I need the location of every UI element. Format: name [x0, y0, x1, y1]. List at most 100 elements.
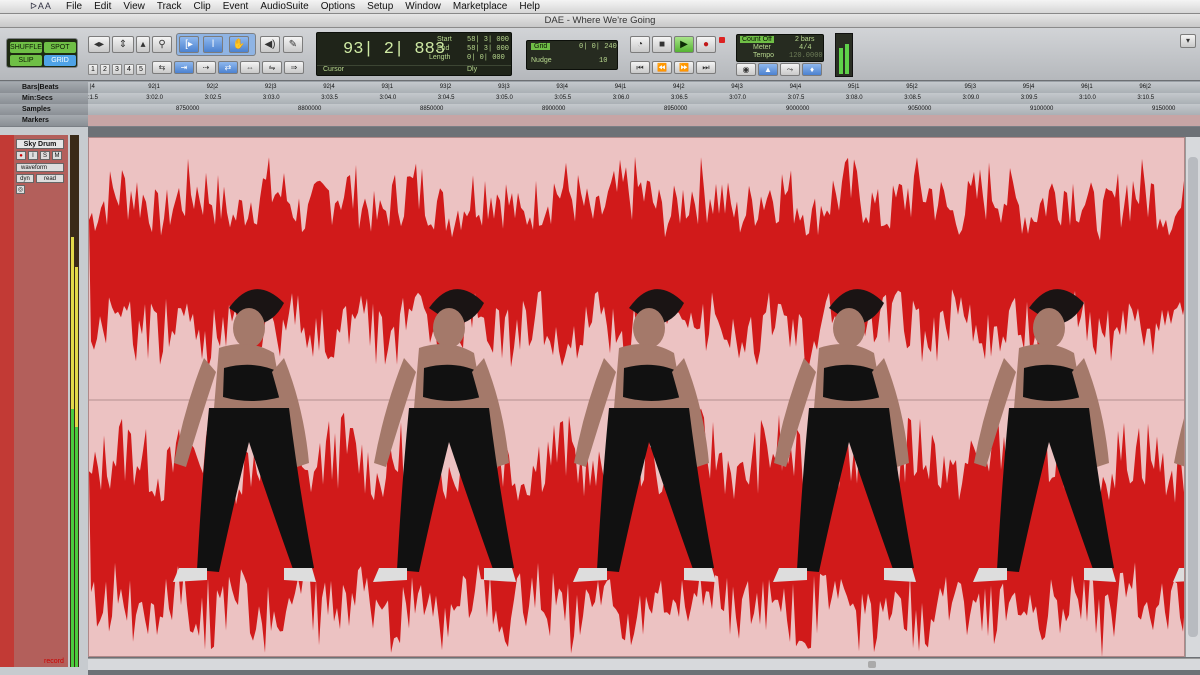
length-value[interactable]: 0| 0| 000 [467, 54, 505, 62]
zoom-in-icon[interactable]: ▴ [136, 36, 150, 53]
tab-to-transient-icon[interactable]: ⇆ [152, 61, 172, 74]
track-name[interactable]: Sky Drum [16, 139, 64, 149]
menu-event[interactable]: Event [217, 0, 255, 14]
zoom-preset-2[interactable]: 2 [100, 64, 110, 75]
markers-label[interactable]: Markers [0, 115, 88, 126]
grabber-tool-icon[interactable]: ✋ [229, 36, 249, 53]
online-icon[interactable]: ◔ [630, 36, 650, 53]
meter-label[interactable]: Meter [753, 44, 771, 51]
bars-tick: 95|2 [906, 84, 918, 90]
menu-view[interactable]: View [117, 0, 151, 14]
menu-edit[interactable]: Edit [88, 0, 117, 14]
minsecs-tick: 3:07.0 [729, 95, 746, 101]
bars-beats-label[interactable]: Bars|Beats [0, 82, 88, 93]
samples-tick: 8800000 [298, 106, 322, 112]
pre-post-roll-icon[interactable]: ⇒ [284, 61, 304, 74]
play-icon[interactable]: ▶ [674, 36, 694, 53]
samples-label[interactable]: Samples [0, 104, 88, 115]
menu-setup[interactable]: Setup [361, 0, 399, 14]
minsecs-tick: :1.5 [88, 95, 99, 101]
tempo-label[interactable]: Tempo [753, 52, 774, 59]
menu-clip[interactable]: Clip [188, 0, 217, 14]
zoom-preset-3[interactable]: 3 [112, 64, 122, 75]
toolbar-menu-icon[interactable]: ▾ [1180, 34, 1196, 48]
link-timeline-icon[interactable]: ⇥ [174, 61, 194, 74]
wait-for-note-icon[interactable]: ◉ [736, 63, 756, 76]
zoom-preset-1[interactable]: 1 [88, 64, 98, 75]
grid-button[interactable]: GRID [44, 55, 76, 66]
rewind-icon[interactable]: ⏪ [652, 61, 672, 74]
minsecs-tick: 3:08.0 [845, 95, 863, 101]
menu-file[interactable]: File [60, 0, 88, 14]
fast-forward-icon[interactable]: ⏩ [674, 61, 694, 74]
pencil-tool-icon[interactable]: ✎ [283, 36, 303, 53]
track-solo-button[interactable]: S [40, 151, 50, 160]
scrubber-tool-icon[interactable]: ◀) [260, 36, 280, 53]
start-value[interactable]: 58| 3| 000 [467, 36, 509, 44]
slip-button[interactable]: SLIP [10, 55, 42, 66]
shuffle-button[interactable]: SHUFFLE [10, 42, 42, 53]
vertical-scrollbar[interactable] [1185, 137, 1200, 657]
track-view-selector[interactable]: waveform [16, 163, 64, 172]
go-to-end-icon[interactable]: ⏭ [696, 61, 716, 74]
mirror-midi-icon[interactable]: ⇔ [240, 61, 260, 74]
menu-marketplace[interactable]: Marketplace [447, 0, 513, 14]
bars-tick: 94|3 [731, 84, 743, 90]
bars-tick: 95|4 [1022, 84, 1035, 90]
waveform-zoom-icon[interactable]: ⇕ [112, 36, 134, 53]
menu-help[interactable]: Help [513, 0, 546, 14]
track-mute-button[interactable]: M [52, 151, 62, 160]
stop-icon[interactable]: ■ [652, 36, 672, 53]
minsecs-ruler: Min:Secs :1.5 3:02.0 3:02.5 3:03.0 3:03.5 3:0… [0, 93, 1200, 104]
bars-tick: 95|3 [964, 84, 977, 90]
insertion-follows-icon[interactable]: ⇄ [218, 61, 238, 74]
audio-clip[interactable] [88, 137, 1185, 657]
minsecs-tick: 3:06.5 [671, 95, 688, 101]
bars-tick: 92|1 [148, 84, 160, 90]
minsecs-tick: 3:05.0 [496, 95, 513, 101]
nudge-value[interactable]: 10 [599, 57, 607, 65]
spot-button[interactable]: SPOT [44, 42, 76, 53]
length-label: Length [429, 54, 451, 61]
menu-audiosuite[interactable]: AudioSuite [254, 0, 314, 14]
zoomer-tool-icon[interactable]: ⚲ [152, 36, 172, 53]
selector-tool-icon[interactable]: ǀ [203, 36, 223, 53]
track-record-button[interactable]: ● [16, 151, 26, 160]
markers-lane[interactable] [88, 115, 1200, 126]
tracks-area: Sky Drum ● I S M waveform dyn read ◎ rec… [0, 127, 1200, 675]
end-value[interactable]: 58| 3| 000 [467, 45, 509, 53]
menu-track[interactable]: Track [151, 0, 188, 14]
scroll-thumb[interactable] [868, 661, 876, 668]
minsecs-tick: 3:09.0 [962, 95, 980, 101]
markers-ruler: Markers [0, 115, 1200, 126]
record-icon[interactable]: ● [696, 36, 716, 53]
samples-tick: 8850000 [420, 106, 444, 112]
conductor-icon[interactable]: ♦ [802, 63, 822, 76]
track-input-button[interactable]: I [28, 151, 38, 160]
link-track-icon[interactable]: ⇢ [196, 61, 216, 74]
grid-value[interactable]: 0| 0| 240 [579, 43, 617, 51]
zoom-preset-5[interactable]: 5 [136, 64, 146, 75]
grid-label[interactable]: Grid [531, 43, 551, 50]
bars-tick: 94|4 [789, 84, 802, 90]
automation-mode-selector[interactable]: read [36, 174, 64, 183]
midi-merge-icon[interactable]: ⤳ [780, 63, 800, 76]
end-label: End [437, 45, 450, 52]
count-off-button[interactable]: Count Off [740, 36, 774, 43]
metronome-icon[interactable]: ▲ [758, 63, 778, 76]
horizontal-scrollbar[interactable] [88, 658, 1200, 670]
minsecs-label[interactable]: Min:Secs [0, 93, 88, 104]
zoom-preset-4[interactable]: 4 [124, 64, 134, 75]
menu-options[interactable]: Options [315, 0, 361, 14]
playlist-icon[interactable]: ◎ [16, 185, 25, 194]
rtz-icon[interactable]: ⏮ [630, 61, 650, 74]
midi-panel: Count Off 2 bars Meter 4/4 Tempo 120.000… [736, 34, 824, 62]
track-dyn-button[interactable]: dyn [16, 174, 34, 183]
dly-label[interactable]: Dly [467, 66, 477, 73]
zoom-out-icon[interactable]: ◂▸ [88, 36, 110, 53]
trim-tool-icon[interactable]: [▸ [179, 36, 199, 53]
keyboard-focus-icon[interactable]: ⇋ [262, 61, 282, 74]
nudge-label[interactable]: Nudge [531, 57, 552, 64]
track-color-strip[interactable] [0, 135, 14, 667]
menu-window[interactable]: Window [399, 0, 447, 14]
